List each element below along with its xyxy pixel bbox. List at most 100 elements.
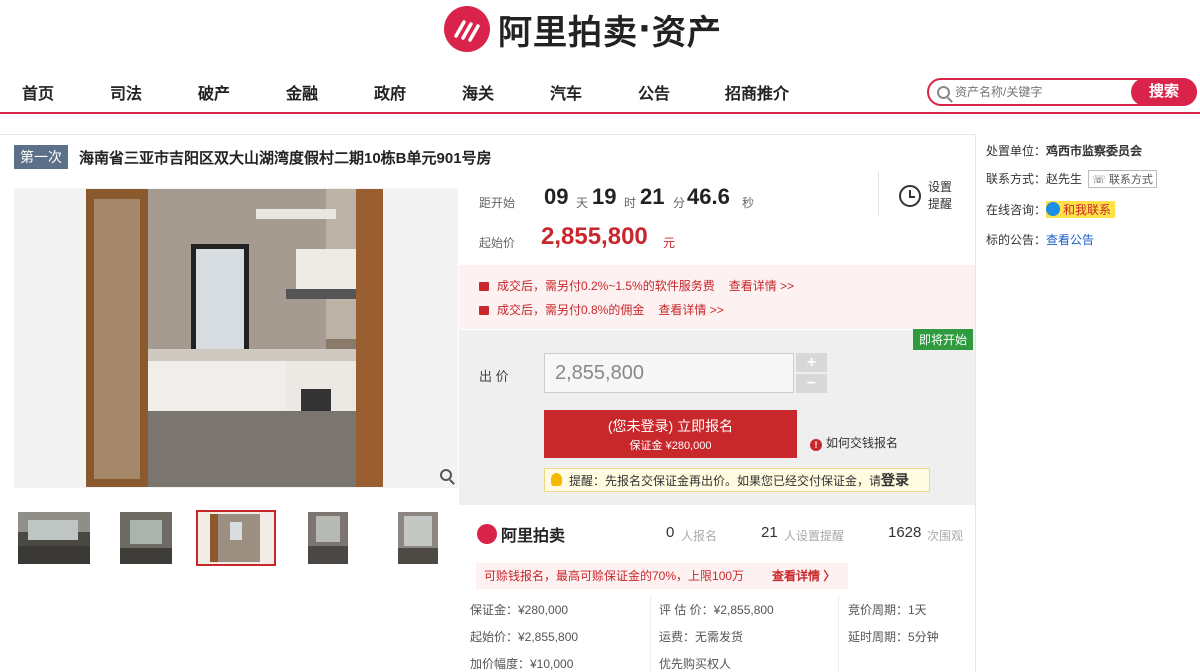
view-count: 1628: [888, 524, 922, 541]
lightbulb-icon: [551, 473, 562, 486]
logo-brand: 阿里拍卖: [498, 12, 638, 53]
nav-judicial[interactable]: 司法: [110, 80, 142, 104]
phone-icon: ☏: [1092, 174, 1106, 186]
detail-increment: 加价幅度：¥10,000: [470, 657, 574, 671]
nav-announcement[interactable]: 公告: [638, 80, 670, 104]
fee-detail-link[interactable]: 查看详情 >>: [658, 303, 723, 317]
status-badge: 即将开始: [913, 329, 974, 350]
stats-brand: 阿里拍卖: [477, 522, 565, 546]
fee-detail-link[interactable]: 查看详情 >>: [729, 279, 794, 293]
unit-label: 处置单位：: [986, 144, 1047, 158]
sidebar-consult: 在线咨询： 和我联系: [986, 201, 1116, 218]
contact-label: 联系方式：: [986, 172, 1047, 186]
nav-home[interactable]: 首页: [22, 80, 54, 104]
signup-main-label: (您未登录) 立即报名: [607, 418, 734, 434]
signup-deposit-label: 保证金 ¥280,000: [629, 440, 712, 452]
round-badge: 第一次: [14, 145, 68, 169]
divider: [878, 172, 879, 216]
start-price-unit: 元: [663, 236, 676, 250]
start-price-label: 起始价: [479, 236, 516, 250]
thumbnail-1[interactable]: [18, 512, 90, 564]
decrease-bid-button[interactable]: −: [796, 374, 827, 393]
main-photo[interactable]: [86, 189, 383, 487]
countdown-days: 09: [544, 184, 569, 209]
auction-logo-icon: [477, 524, 497, 544]
detail-delay: 延时周期：5分钟: [848, 630, 939, 644]
countdown-hours: 19: [592, 184, 617, 209]
contact-info-button[interactable]: ☏ 联系方式: [1088, 170, 1157, 188]
thumbnail-2[interactable]: [120, 512, 172, 564]
sidebar-unit: 处置单位：鸡西市监察委员会: [986, 142, 1142, 159]
increase-bid-button[interactable]: +: [796, 353, 827, 372]
contact-info-label: 联系方式: [1108, 174, 1153, 186]
howto-label: 如何交钱报名: [826, 436, 899, 450]
page-title: 海南省三亚市吉阳区双大山湖湾度假村二期10栋B单元901号房: [79, 150, 492, 167]
detail-appraisal: 评 估 价：¥2,855,800: [659, 603, 774, 617]
nav-auto[interactable]: 汽车: [550, 80, 582, 104]
signup-count-label: 人报名: [681, 529, 718, 543]
unit-value: 鸡西市监察委员会: [1046, 144, 1143, 158]
tip-text: 提醒：先报名交保证金再出价。如果您已经交付保证金，请: [569, 474, 882, 488]
nav-government[interactable]: 政府: [374, 80, 406, 104]
sidebar-notice: 标的公告：查看公告: [986, 231, 1094, 248]
chat-button[interactable]: 和我联系: [1046, 201, 1116, 218]
contact-name: 赵先生: [1046, 172, 1083, 186]
nav-finance[interactable]: 金融: [286, 80, 318, 104]
thumbnail-4[interactable]: [308, 512, 348, 564]
nav-bankruptcy[interactable]: 破产: [198, 80, 230, 104]
logo-separator: ·: [638, 9, 652, 49]
sidebar-contact: 联系方式：赵先生 ☏ 联系方式: [986, 170, 1157, 188]
start-price-value: 2,855,800: [541, 223, 648, 250]
credit-signup-banner: 可赊钱报名，最高可赊保证金的70%，上限100万 查看详情 〉: [476, 563, 848, 589]
view-count-label: 次围观: [927, 529, 964, 543]
auction-logo-icon: [444, 6, 490, 52]
notice-label: 标的公告：: [986, 233, 1047, 247]
search-button[interactable]: 搜索: [1131, 78, 1197, 106]
set-reminder-button[interactable]: 设置提醒: [928, 179, 958, 213]
main-nav: 首页 司法 破产 金融 政府 海关 汽车 公告 招商推介 搜索: [0, 68, 1200, 114]
bid-amount-input[interactable]: [544, 353, 794, 393]
countdown-seconds-unit: 秒: [742, 196, 755, 210]
howto-pay-link[interactable]: ! 如何交钱报名: [810, 434, 898, 451]
detail-shipping: 运费：无需发货: [659, 630, 744, 644]
consult-label: 在线咨询：: [986, 203, 1047, 217]
detail-priority: 优先购买权人: [659, 657, 732, 671]
credit-signup-text: 可赊钱报名，最高可赊保证金的70%，上限100万: [484, 569, 745, 583]
divider: [650, 595, 651, 672]
login-link[interactable]: 登录: [881, 472, 909, 488]
chat-avatar-icon: [1046, 202, 1061, 216]
bid-label: 出 价: [479, 369, 509, 384]
detail-start-price: 起始价：¥2,855,800: [470, 630, 579, 644]
logo-section: 资产: [651, 12, 722, 53]
reminder-count-label: 人设置提醒: [784, 529, 845, 543]
stats-brand-text: 阿里拍卖: [501, 528, 566, 545]
info-icon: !: [810, 439, 822, 451]
fee-row-commission: 成交后，需另付0.8%的佣金 查看详情 >>: [479, 301, 724, 318]
signup-count: 0: [666, 524, 675, 541]
chat-label: 和我联系: [1063, 203, 1112, 217]
fee-text: 成交后，需另付0.2%~1.5%的软件服务费: [497, 279, 715, 293]
alarm-clock-icon[interactable]: [899, 185, 921, 207]
countdown-label: 距开始: [479, 196, 516, 210]
site-logo[interactable]: 阿里拍卖 · 资产: [444, 4, 722, 54]
countdown-minutes-unit: 分: [673, 196, 686, 210]
countdown-seconds: 46.6: [687, 184, 730, 209]
countdown-minutes: 21: [640, 184, 665, 209]
search-box: 搜索: [927, 78, 1197, 106]
search-input[interactable]: [955, 83, 1125, 101]
nav-investment[interactable]: 招商推介: [725, 80, 789, 104]
nav-customs[interactable]: 海关: [462, 80, 494, 104]
thumbnail-3[interactable]: [196, 510, 276, 566]
reminder-count: 21: [761, 524, 778, 541]
fee-text: 成交后，需另付0.8%的佣金: [497, 303, 645, 317]
detail-cycle: 竞价周期：1天: [848, 603, 927, 617]
search-icon: [937, 86, 950, 99]
login-tip: 提醒：先报名交保证金再出价。如果您已经交付保证金，请登录: [544, 468, 930, 492]
view-notice-link[interactable]: 查看公告: [1046, 233, 1094, 247]
zoom-icon[interactable]: [440, 469, 452, 481]
thumbnail-5[interactable]: [398, 512, 438, 564]
signup-button[interactable]: (您未登录) 立即报名 保证金 ¥280,000: [544, 410, 797, 458]
gift-icon: [479, 282, 489, 291]
credit-detail-link[interactable]: 查看详情 〉: [772, 563, 835, 589]
fee-row-service: 成交后，需另付0.2%~1.5%的软件服务费 查看详情 >>: [479, 277, 794, 294]
